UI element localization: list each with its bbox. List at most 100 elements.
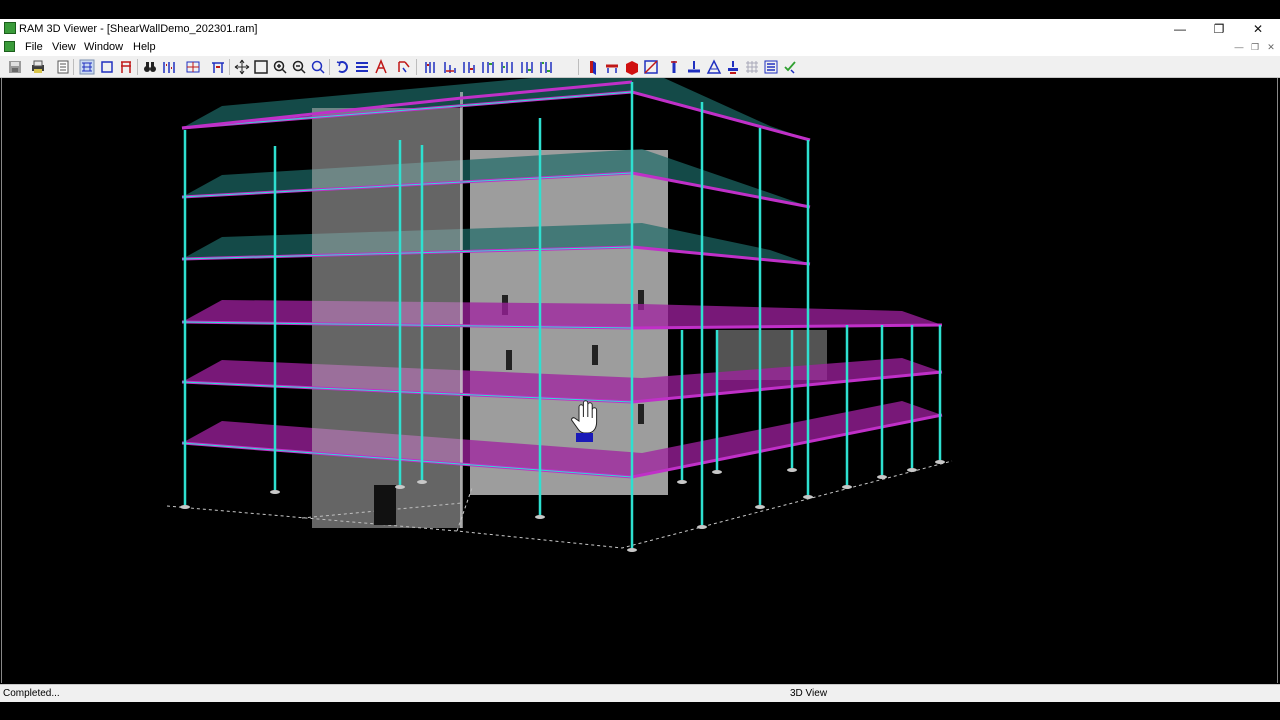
frame-label-icon bbox=[375, 59, 387, 74]
member-list-7-button[interactable] bbox=[538, 59, 554, 75]
column-base bbox=[907, 468, 917, 472]
menu-window[interactable]: Window bbox=[84, 41, 123, 53]
load-icon bbox=[728, 61, 738, 74]
column-base bbox=[842, 485, 852, 489]
toolbar-separator bbox=[73, 59, 74, 75]
zoom-in-button[interactable] bbox=[272, 59, 288, 75]
filter-button[interactable] bbox=[396, 59, 412, 75]
grid-icon bbox=[746, 61, 758, 73]
save-icon bbox=[9, 61, 21, 73]
column-icon bbox=[671, 61, 677, 73]
column-base bbox=[787, 468, 797, 472]
minimize-icon: — bbox=[1174, 22, 1186, 36]
member-list-2-button[interactable] bbox=[442, 59, 458, 75]
pan-button[interactable] bbox=[234, 59, 250, 75]
rotate-button[interactable] bbox=[335, 59, 351, 75]
pan-icon bbox=[234, 59, 250, 75]
grid-button[interactable] bbox=[744, 59, 760, 75]
member-list-5-button[interactable] bbox=[499, 59, 515, 75]
box-view-button[interactable] bbox=[99, 59, 115, 75]
frame-filter-icon bbox=[212, 62, 224, 73]
frame-label-button[interactable] bbox=[373, 59, 389, 75]
column-base bbox=[712, 470, 722, 474]
mdi-minimize-button[interactable]: — bbox=[1232, 40, 1246, 54]
layers-button[interactable] bbox=[763, 59, 779, 75]
wall-button[interactable] bbox=[585, 59, 601, 75]
mdi-minimize-icon: — bbox=[1234, 42, 1244, 52]
mdi-restore-icon: ❐ bbox=[1250, 41, 1260, 52]
member-filter-button[interactable] bbox=[185, 59, 201, 75]
load-button[interactable] bbox=[725, 59, 741, 75]
status-view-name: 3D View bbox=[790, 688, 828, 699]
restore-icon: ❐ bbox=[1213, 22, 1225, 36]
member-list-3-button[interactable] bbox=[461, 59, 477, 75]
portal-view-icon bbox=[121, 61, 131, 73]
member-list-1-button[interactable] bbox=[423, 59, 439, 75]
column-button[interactable] bbox=[667, 59, 683, 75]
slab-button[interactable] bbox=[624, 59, 640, 75]
mdi-restore-button[interactable]: ❐ bbox=[1248, 40, 1262, 54]
frame-view-button[interactable] bbox=[79, 59, 95, 75]
column-base bbox=[270, 490, 280, 494]
member-list-4-icon bbox=[482, 62, 494, 73]
column-filter-button[interactable] bbox=[161, 59, 177, 75]
zoom-out-button[interactable] bbox=[291, 59, 307, 75]
print-icon bbox=[32, 60, 44, 73]
column-base bbox=[180, 505, 190, 509]
column-base bbox=[935, 460, 945, 464]
column-base bbox=[755, 505, 765, 509]
joist-button[interactable] bbox=[706, 59, 722, 75]
toolbar-separator bbox=[578, 59, 579, 75]
status-text: Completed... bbox=[3, 688, 60, 699]
brace-button[interactable] bbox=[643, 59, 659, 75]
zoom-in-icon bbox=[273, 60, 287, 74]
close-button[interactable]: ✕ bbox=[1238, 19, 1278, 39]
menu-file[interactable]: File bbox=[25, 41, 43, 53]
member-list-4-button[interactable] bbox=[480, 59, 496, 75]
floor-slab bbox=[182, 78, 810, 140]
member-list-2-icon bbox=[444, 62, 456, 73]
print-button[interactable] bbox=[30, 59, 46, 75]
properties-button[interactable] bbox=[55, 59, 71, 75]
slab-icon bbox=[626, 61, 638, 75]
column-base bbox=[627, 548, 637, 552]
3d-viewport[interactable] bbox=[1, 78, 1278, 683]
save-button[interactable] bbox=[7, 59, 23, 75]
wall-opening bbox=[506, 350, 512, 370]
level-button[interactable] bbox=[354, 59, 370, 75]
title-bar: RAM 3D Viewer - [ShearWallDemo_202301.ra… bbox=[0, 19, 1280, 39]
menu-bar: File View Window Help — ❐ ✕ bbox=[0, 39, 1280, 56]
check-button[interactable] bbox=[782, 59, 798, 75]
joist-icon bbox=[706, 59, 722, 74]
menu-help[interactable]: Help bbox=[133, 41, 156, 53]
portal-view-button[interactable] bbox=[118, 59, 134, 75]
wall-opening bbox=[592, 345, 598, 365]
zoom-extents-button[interactable] bbox=[310, 59, 326, 75]
frame-filter-button[interactable] bbox=[210, 59, 226, 75]
restore-button[interactable]: ❐ bbox=[1199, 19, 1239, 39]
beam-button[interactable] bbox=[604, 59, 620, 75]
menu-view[interactable]: View bbox=[52, 41, 76, 53]
column-base bbox=[677, 480, 687, 484]
column-base bbox=[417, 480, 427, 484]
document-icon[interactable] bbox=[4, 41, 15, 52]
find-button[interactable] bbox=[142, 59, 158, 75]
column-base bbox=[535, 515, 545, 519]
member-list-6-button[interactable] bbox=[519, 59, 535, 75]
minimize-button[interactable]: — bbox=[1160, 19, 1200, 39]
rotate-icon bbox=[336, 61, 348, 73]
wall-icon bbox=[590, 61, 596, 75]
member-list-6-icon bbox=[521, 62, 533, 73]
find-icon bbox=[144, 62, 156, 72]
zoom-window-button[interactable] bbox=[253, 59, 269, 75]
level-icon bbox=[356, 62, 368, 72]
toolbar-separator bbox=[416, 59, 417, 75]
building-model[interactable] bbox=[2, 78, 1277, 683]
foundation-button[interactable] bbox=[686, 59, 702, 75]
box-view-icon bbox=[101, 61, 113, 73]
column-base bbox=[877, 475, 887, 479]
column-base bbox=[803, 495, 813, 499]
column-filter-icon bbox=[163, 62, 175, 73]
member-list-7-icon bbox=[540, 62, 552, 73]
mdi-close-button[interactable]: ✕ bbox=[1264, 40, 1278, 54]
